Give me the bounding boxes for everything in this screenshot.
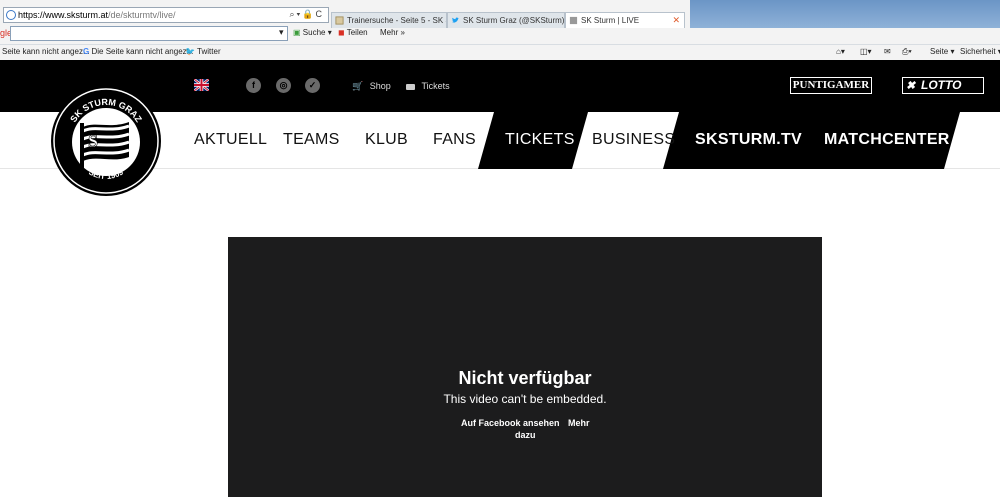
- cart-icon: 🛒: [352, 81, 364, 91]
- ticket-icon: [406, 83, 415, 90]
- facebook-video-embed: Nicht verfügbar This video can't be embe…: [228, 237, 822, 497]
- watch-on-facebook-link[interactable]: Auf Facebook ansehen: [461, 418, 560, 428]
- forum-favicon-icon: [335, 16, 344, 25]
- video-unavailable-message: This video can't be embedded.: [443, 392, 607, 406]
- toolbar-search-button[interactable]: ▣ Suche ▾: [293, 28, 332, 37]
- twitter-bird-icon: 🐦: [185, 47, 195, 56]
- nav-tickets[interactable]: TICKETS: [505, 131, 575, 149]
- feeds-icon[interactable]: ◫▾: [860, 47, 872, 56]
- facebook-icon[interactable]: f: [246, 78, 261, 93]
- address-url: https://www.sksturm.at/de/skturmtv/live/: [18, 10, 176, 20]
- nav-fans[interactable]: FANS: [433, 131, 476, 149]
- favorite-item-2[interactable]: G Die Seite kann nicht angez...: [83, 47, 193, 56]
- learn-more-link-line2[interactable]: dazu: [515, 430, 536, 440]
- twitter-icon[interactable]: ✓: [305, 78, 320, 93]
- twitter-favicon-icon: [451, 17, 460, 23]
- nav-sksturm-tv[interactable]: SKSTURM.TV: [695, 131, 802, 149]
- address-bar[interactable]: https://www.sksturm.at/de/skturmtv/live/…: [3, 7, 329, 23]
- google-favicon-icon: G: [83, 47, 90, 56]
- tickets-link[interactable]: Tickets: [406, 81, 450, 91]
- video-unavailable-title: Nicht verfügbar: [458, 368, 592, 388]
- sponsor-puntigamer-logo[interactable]: PUNTIGAMER: [790, 77, 872, 94]
- toolbar-search-input[interactable]: [10, 26, 288, 41]
- print-icon[interactable]: ⎙▾: [902, 47, 912, 57]
- search-icon: ▣: [293, 28, 301, 37]
- mail-icon[interactable]: ✉: [884, 47, 891, 56]
- uk-flag-icon[interactable]: [194, 79, 209, 91]
- address-tools-icons[interactable]: ⌕▾🔒C: [289, 9, 324, 20]
- toolbar-more-button[interactable]: Mehr »: [380, 28, 405, 37]
- instagram-icon[interactable]: ◎: [276, 78, 291, 93]
- share-icon: ◼: [338, 28, 345, 37]
- sponsor-lotto-logo[interactable]: ✖ LOTTO: [902, 77, 984, 94]
- search-dropdown-icon[interactable]: ▾: [279, 27, 284, 38]
- ie-page-icon: [6, 10, 16, 20]
- search-toolbar: gle ▾ ▣ Suche ▾ ◼ Teilen Mehr »: [0, 25, 1000, 43]
- address-row: https://www.sksturm.at/de/skturmtv/live/…: [0, 5, 1000, 28]
- nav-matchcenter[interactable]: MATCHCENTER: [824, 131, 950, 149]
- nav-aktuell[interactable]: AKTUELL: [194, 131, 267, 149]
- toolbar-share-button[interactable]: ◼ Teilen: [338, 28, 368, 37]
- favorites-bar: Seite kann nicht angez... G Die Seite ka…: [0, 44, 1000, 59]
- nav-business[interactable]: BUSINESS: [592, 131, 675, 149]
- nav-teams[interactable]: TEAMS: [283, 131, 340, 149]
- page-menu[interactable]: Seite ▾: [930, 47, 954, 56]
- svg-text:S: S: [88, 131, 98, 151]
- favorite-item-twitter[interactable]: 🐦 Twitter: [185, 47, 221, 56]
- nav-klub[interactable]: KLUB: [365, 131, 408, 149]
- sksturm-favicon-icon: [569, 16, 578, 25]
- learn-more-link[interactable]: Mehr: [568, 418, 590, 428]
- security-menu[interactable]: Sicherheit ▾: [960, 47, 1000, 56]
- shop-link[interactable]: 🛒 Shop: [352, 81, 391, 92]
- home-icon[interactable]: ⌂▾: [836, 47, 845, 56]
- browser-chrome: https://www.sksturm.at/de/skturmtv/live/…: [0, 0, 1000, 60]
- sk-sturm-logo[interactable]: S SK STURM GRAZ SEIT 1909: [50, 85, 162, 197]
- lotto-mark-icon: ✖: [906, 80, 916, 92]
- favorite-item-1[interactable]: Seite kann nicht angez...: [2, 47, 90, 56]
